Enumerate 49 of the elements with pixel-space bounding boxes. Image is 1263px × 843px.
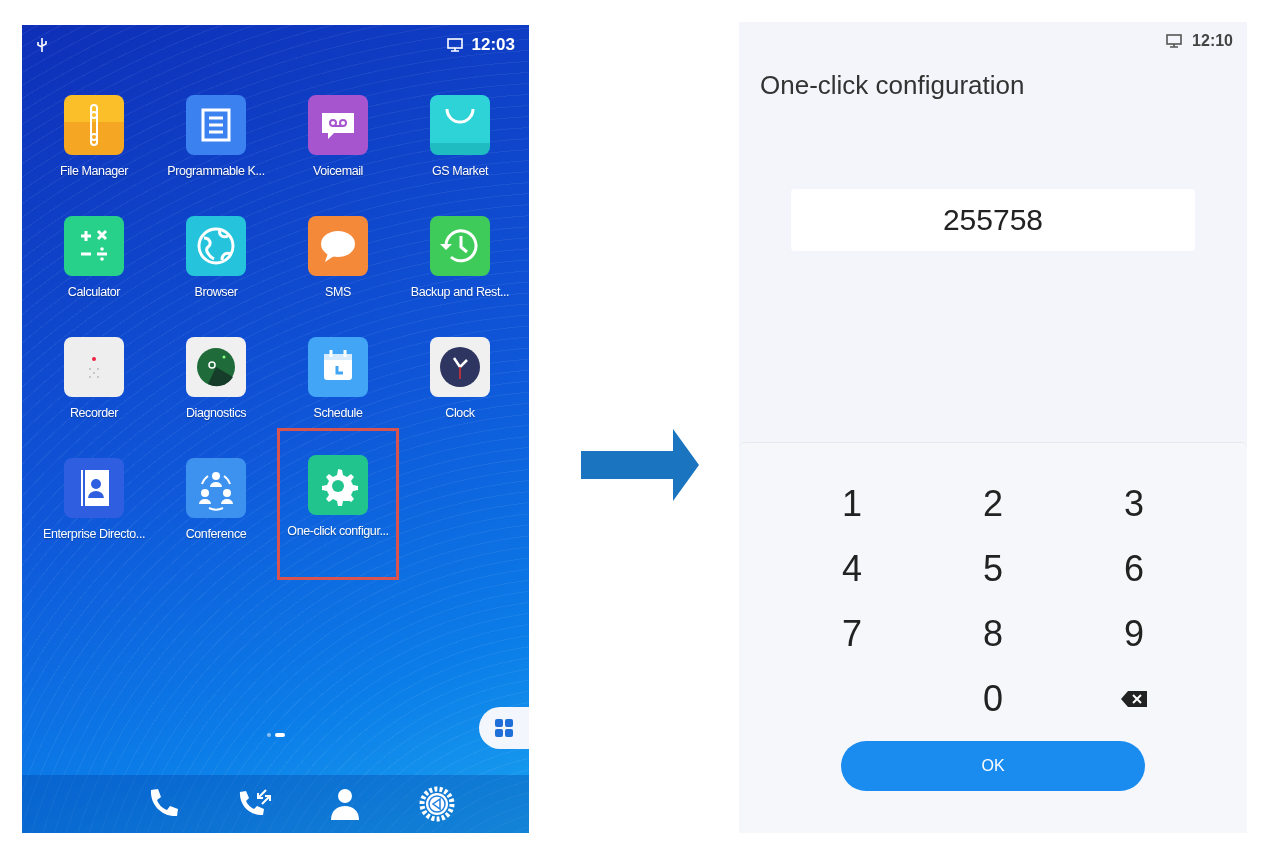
status-time: 12:10	[1192, 32, 1233, 50]
keypad-key[interactable]: 5	[922, 536, 1064, 601]
app-shortcut[interactable]: Browser	[155, 213, 277, 334]
keypad-key[interactable]: 8	[922, 601, 1064, 666]
calendar-icon	[308, 337, 368, 397]
grid-icon	[494, 718, 514, 738]
keypad-key[interactable]: 4	[781, 536, 923, 601]
screen-title: One-click configuration	[759, 69, 1026, 101]
voicemail-icon	[308, 95, 368, 155]
bag-icon	[430, 95, 490, 155]
monitor-icon	[445, 37, 464, 53]
app-shortcut[interactable]: Calculator	[33, 213, 155, 334]
keypad-key[interactable]: 9	[1063, 601, 1205, 666]
radar-icon	[186, 337, 246, 397]
recorder-icon	[64, 337, 124, 397]
app-shortcut[interactable]: One-click configur...	[277, 428, 399, 580]
app-shortcut[interactable]: GS Market	[399, 92, 521, 213]
gear-icon	[308, 455, 368, 515]
app-shortcut[interactable]: SMS	[277, 213, 399, 334]
app-shortcut[interactable]: Diagnostics	[155, 334, 277, 455]
app-drawer-button[interactable]	[479, 707, 529, 749]
chat-bubble-icon	[308, 216, 368, 276]
settings-icon[interactable]	[418, 785, 456, 823]
app-shortcut[interactable]: Recorder	[33, 334, 155, 455]
zipper-icon	[64, 95, 124, 155]
keypad-key[interactable]: 6	[1063, 536, 1205, 601]
keypad-key[interactable]: 1	[781, 471, 923, 536]
app-shortcut[interactable]: Enterprise Directo...	[33, 455, 155, 576]
list-grid-icon	[186, 95, 246, 155]
app-shortcut[interactable]: Clock	[399, 334, 521, 455]
backspace-icon	[1120, 689, 1148, 708]
keypad-key[interactable]: 2	[922, 471, 1064, 536]
keypad-key[interactable]: 7	[781, 601, 923, 666]
code-field[interactable]: 255758	[791, 189, 1195, 251]
globe-icon	[186, 216, 246, 276]
app-shortcut[interactable]: Conference	[155, 455, 277, 576]
app-shortcut[interactable]: Backup and Rest...	[399, 213, 521, 334]
monitor-icon	[1165, 33, 1184, 49]
status-time: 12:03	[471, 35, 515, 55]
usb-icon	[36, 37, 48, 53]
clock-icon	[430, 337, 490, 397]
calculator-icon	[64, 216, 124, 276]
contact-book-icon	[64, 458, 124, 518]
people-icon	[186, 458, 246, 518]
keypad-key[interactable]: 0	[922, 666, 1064, 731]
app-shortcut[interactable]: File Manager	[33, 92, 155, 213]
app-shortcut[interactable]: Programmable K...	[155, 92, 277, 213]
app-shortcut[interactable]: Voicemail	[277, 92, 399, 213]
keypad-key[interactable]: 3	[1063, 471, 1205, 536]
